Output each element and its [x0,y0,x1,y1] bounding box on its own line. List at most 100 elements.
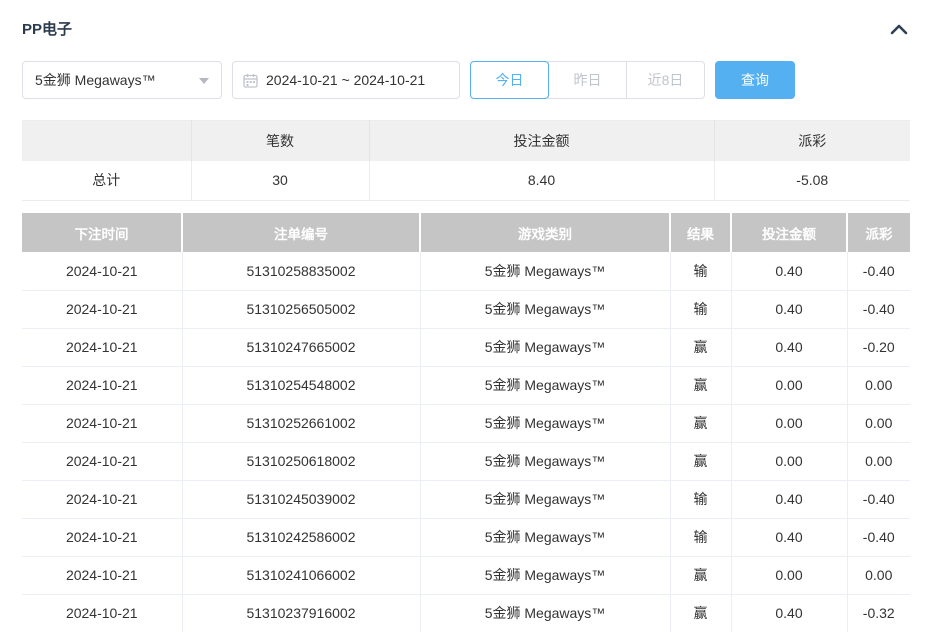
game-select-value: 5金狮 Megaways™ [35,70,156,90]
summary-total-label: 总计 [22,161,191,201]
header-payout: 派彩 [847,213,910,252]
last-8-days-button[interactable]: 近8日 [626,61,705,99]
table-cell: 0.40 [731,328,847,366]
bet-records-panel: PP电子 5金狮 Megaways™ [0,0,932,632]
table-cell: 0.00 [731,404,847,442]
table-cell: 输 [670,480,731,518]
table-cell: 0.40 [731,594,847,632]
table-cell: 51310258835002 [182,252,420,290]
today-button[interactable]: 今日 [470,61,549,99]
table-cell: 0.00 [847,404,910,442]
table-cell: 51310247665002 [182,328,420,366]
summary-header-count: 笔数 [191,121,369,161]
table-row: 2024-10-21513102425860025金狮 Megaways™输0.… [22,518,910,556]
table-cell: 输 [670,518,731,556]
table-cell: 51310242586002 [182,518,420,556]
query-button[interactable]: 查询 [715,61,795,99]
table-cell: 5金狮 Megaways™ [420,556,670,594]
table-cell: 5金狮 Megaways™ [420,290,670,328]
table-cell: -0.32 [847,594,910,632]
table-cell: 0.00 [847,442,910,480]
table-cell: 0.40 [731,480,847,518]
table-cell: 5金狮 Megaways™ [420,480,670,518]
table-row: 2024-10-21513102410660025金狮 Megaways™赢0.… [22,556,910,594]
table-row: 2024-10-21513102565050025金狮 Megaways™输0.… [22,290,910,328]
table-cell: 5金狮 Megaways™ [420,442,670,480]
table-cell: 2024-10-21 [22,328,182,366]
header-game-category: 游戏类别 [420,213,670,252]
collapse-panel-button[interactable] [888,21,910,37]
summary-header-bet-amount: 投注金额 [369,121,714,161]
date-range-value: 2024-10-21 ~ 2024-10-21 [266,72,425,88]
table-cell: 2024-10-21 [22,594,182,632]
table-cell: 0.00 [731,556,847,594]
table-cell: 5金狮 Megaways™ [420,594,670,632]
table-cell: 0.00 [847,556,910,594]
bet-table-body: 2024-10-21513102588350025金狮 Megaways™输0.… [22,252,910,632]
panel-header: PP电子 [22,0,910,39]
summary-total-count: 30 [191,161,369,201]
table-cell: 51310237916002 [182,594,420,632]
table-cell: 5金狮 Megaways™ [420,404,670,442]
table-cell: 5金狮 Megaways™ [420,252,670,290]
page-title: PP电子 [22,18,72,39]
table-cell: 51310252661002 [182,404,420,442]
header-bet-id: 注单编号 [182,213,420,252]
summary-table: 笔数 投注金额 派彩 总计 30 8.40 -5.08 [22,120,910,201]
table-cell: 赢 [670,328,731,366]
table-cell: 赢 [670,556,731,594]
table-row: 2024-10-21513102379160025金狮 Megaways™赢0.… [22,594,910,632]
table-cell: 51310250618002 [182,442,420,480]
summary-header-empty [22,121,191,161]
table-cell: 2024-10-21 [22,442,182,480]
table-cell: 0.00 [731,366,847,404]
header-result: 结果 [670,213,731,252]
table-cell: 2024-10-21 [22,518,182,556]
table-cell: 51310256505002 [182,290,420,328]
table-cell: 51310254548002 [182,366,420,404]
table-cell: -0.40 [847,252,910,290]
table-cell: 2024-10-21 [22,480,182,518]
table-cell: 0.40 [731,252,847,290]
header-bet-time: 下注时间 [22,213,182,252]
table-cell: 2024-10-21 [22,290,182,328]
table-row: 2024-10-21513102526610025金狮 Megaways™赢0.… [22,404,910,442]
table-row: 2024-10-21513102476650025金狮 Megaways™赢0.… [22,328,910,366]
table-row: 2024-10-21513102588350025金狮 Megaways™输0.… [22,252,910,290]
table-cell: 输 [670,252,731,290]
table-cell: 51310241066002 [182,556,420,594]
bet-records-table: 下注时间 注单编号 游戏类别 结果 投注金额 派彩 2024-10-215131… [22,213,910,632]
table-cell: 赢 [670,404,731,442]
table-cell: 0.00 [731,442,847,480]
calendar-icon [243,73,258,88]
yesterday-button[interactable]: 昨日 [548,61,627,99]
date-range-picker[interactable]: 2024-10-21 ~ 2024-10-21 [232,61,460,99]
table-cell: 0.00 [847,366,910,404]
table-cell: 赢 [670,594,731,632]
summary-total-payout: -5.08 [714,161,910,201]
table-cell: 0.40 [731,518,847,556]
table-row: 2024-10-21513102450390025金狮 Megaways™输0.… [22,480,910,518]
table-cell: -0.40 [847,290,910,328]
summary-header-row: 笔数 投注金额 派彩 [22,121,910,161]
game-select[interactable]: 5金狮 Megaways™ [22,61,222,99]
table-row: 2024-10-21513102545480025金狮 Megaways™赢0.… [22,366,910,404]
table-cell: 2024-10-21 [22,404,182,442]
table-cell: 2024-10-21 [22,556,182,594]
table-cell: 赢 [670,442,731,480]
chevron-down-icon [199,78,209,84]
table-cell: 2024-10-21 [22,366,182,404]
summary-header-payout: 派彩 [714,121,910,161]
table-cell: -0.40 [847,518,910,556]
table-row: 2024-10-21513102506180025金狮 Megaways™赢0.… [22,442,910,480]
summary-total-bet-amount: 8.40 [369,161,714,201]
chevron-up-icon [890,23,908,35]
table-cell: 输 [670,290,731,328]
table-cell: 5金狮 Megaways™ [420,328,670,366]
table-cell: -0.20 [847,328,910,366]
table-cell: 赢 [670,366,731,404]
bet-table-header-row: 下注时间 注单编号 游戏类别 结果 投注金额 派彩 [22,213,910,252]
quick-range-button-group: 今日 昨日 近8日 [470,61,705,99]
table-cell: 0.40 [731,290,847,328]
table-cell: 2024-10-21 [22,252,182,290]
